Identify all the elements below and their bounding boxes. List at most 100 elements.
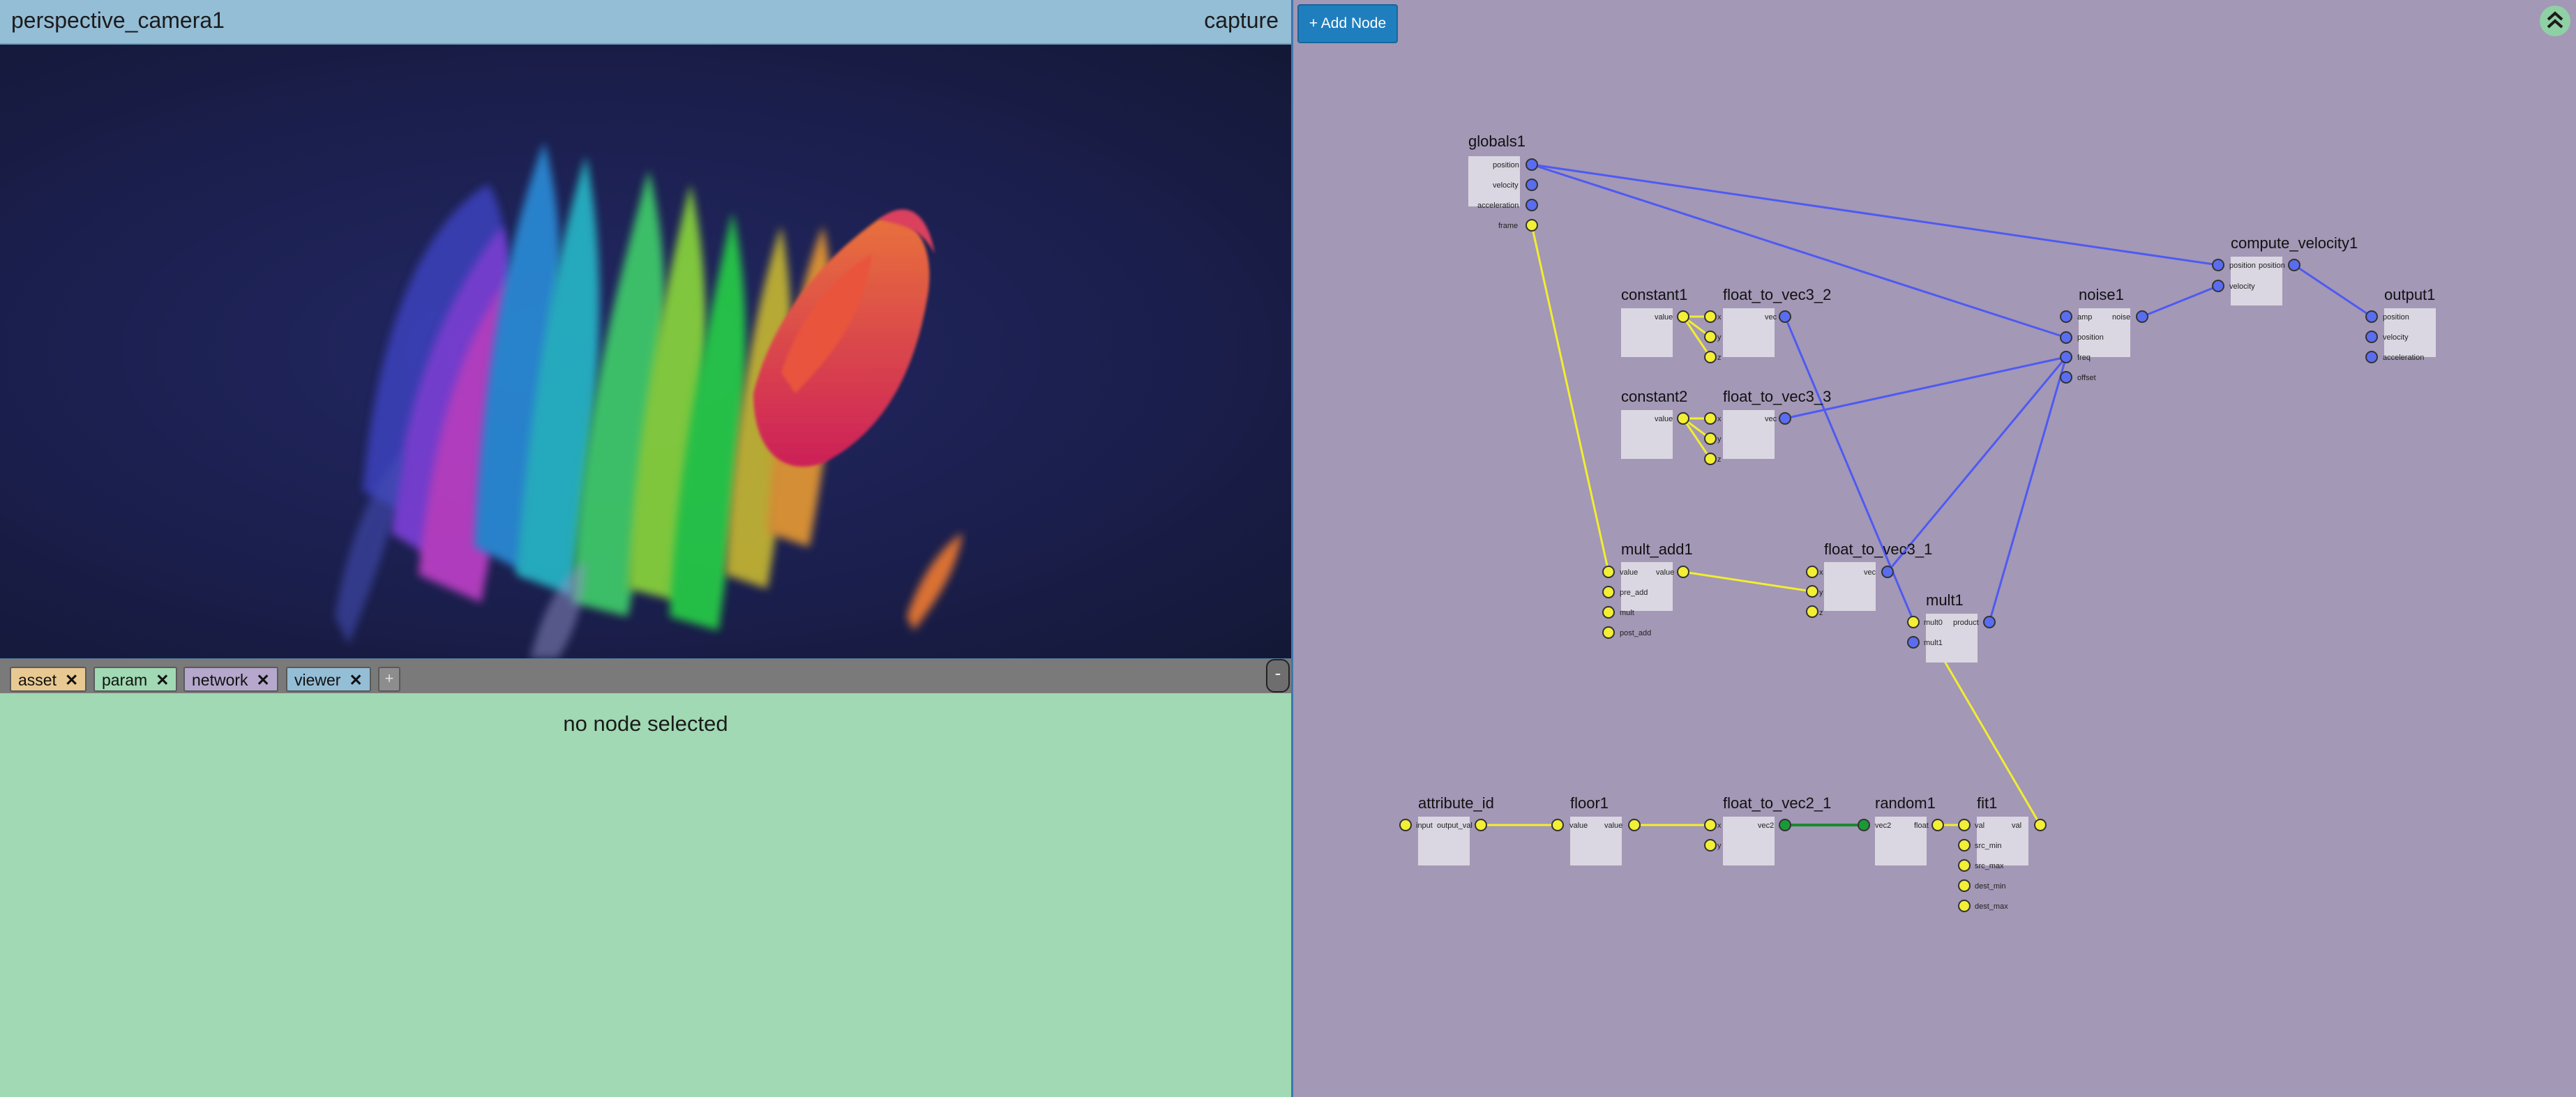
input-port[interactable] [2060, 331, 2072, 344]
port-label: frame [1498, 222, 1518, 230]
input-port[interactable] [2365, 351, 2378, 363]
node-float-to-vec3-2[interactable]: float_to_vec3_2 x y z vec [1704, 286, 1831, 363]
output-port[interactable] [1779, 412, 1791, 425]
node-title: output1 [2384, 286, 2435, 303]
input-port[interactable] [1958, 859, 1971, 872]
input-port[interactable] [2365, 310, 2378, 323]
node-title: mult1 [1926, 591, 1964, 609]
node-floor1[interactable]: floor1 value value [1551, 794, 1641, 865]
node-output1[interactable]: output1 position velocity acceleration [2365, 286, 2436, 363]
node-noise1[interactable]: noise1 amp position freq offset noise [2060, 286, 2148, 384]
output-port[interactable] [1881, 566, 1894, 578]
port-label: value [1655, 415, 1673, 423]
output-port[interactable] [1526, 179, 1538, 191]
input-port[interactable] [1602, 566, 1615, 578]
node-float-to-vec3-1[interactable]: float_to_vec3_1 x y z vec [1806, 540, 1932, 618]
port-label: z [1717, 455, 1722, 464]
input-port[interactable] [1602, 586, 1615, 598]
input-port[interactable] [1704, 310, 1717, 323]
input-port[interactable] [2212, 280, 2224, 292]
input-port[interactable] [1704, 432, 1717, 445]
port-label: x [1819, 568, 1823, 577]
node-title: fit1 [1977, 794, 1997, 812]
input-port[interactable] [1958, 879, 1971, 892]
input-port[interactable] [1806, 605, 1818, 618]
double-chevron-up-icon[interactable] [2540, 6, 2570, 36]
node-constant2[interactable]: constant2 value [1621, 388, 1689, 459]
node-title: attribute_id [1418, 794, 1494, 812]
input-port[interactable] [1806, 566, 1818, 578]
input-port[interactable] [1551, 819, 1564, 831]
input-port[interactable] [2212, 259, 2224, 271]
input-port[interactable] [1806, 585, 1818, 598]
output-port[interactable] [1628, 819, 1641, 831]
node-title: globals1 [1468, 133, 1526, 150]
output-port[interactable] [1475, 819, 1487, 831]
output-port[interactable] [1779, 310, 1791, 323]
input-port[interactable] [1958, 900, 1971, 912]
port-label: noise [2112, 313, 2130, 321]
node-mult1[interactable]: mult1 mult0 mult1 product [1907, 591, 1996, 663]
input-port[interactable] [1399, 819, 1412, 831]
port-label: y [1717, 842, 1722, 850]
port-label: y [1717, 435, 1722, 444]
port-label: x [1717, 415, 1722, 423]
output-port[interactable] [1931, 819, 1944, 831]
input-port[interactable] [1602, 606, 1615, 619]
input-port[interactable] [1958, 819, 1971, 831]
input-port[interactable] [1704, 453, 1717, 465]
node-float-to-vec3-3[interactable]: float_to_vec3_3 x y z vec [1704, 388, 1831, 465]
input-port[interactable] [1704, 839, 1717, 852]
port-label: z [1717, 354, 1722, 362]
port-label: post_add [1620, 629, 1651, 637]
input-port[interactable] [1907, 616, 1920, 628]
node-compute-velocity1[interactable]: compute_velocity1 position velocity posi… [2212, 234, 2358, 305]
output-port[interactable] [1526, 158, 1538, 171]
node-title: float_to_vec3_2 [1723, 286, 1831, 303]
input-port[interactable] [1704, 819, 1717, 831]
port-label: freq [2077, 354, 2091, 362]
input-port[interactable] [1704, 412, 1717, 425]
port-label: input [1416, 822, 1433, 830]
input-port[interactable] [1907, 636, 1920, 649]
output-port[interactable] [2288, 259, 2300, 271]
input-port[interactable] [2060, 371, 2072, 384]
output-port[interactable] [2136, 310, 2148, 323]
node-float-to-vec2-1[interactable]: float_to_vec2_1 x y vec2 [1704, 794, 1831, 865]
port-label: acceleration [1477, 202, 1519, 210]
output-port[interactable] [1526, 199, 1538, 211]
port-label: z [1819, 609, 1823, 617]
output-port[interactable] [1779, 819, 1791, 831]
input-port[interactable] [1704, 351, 1717, 363]
node-globals1[interactable]: globals1 position velocity acceleration … [1468, 133, 1538, 232]
output-port[interactable] [2034, 819, 2047, 831]
node-attribute-id[interactable]: attribute_id input output_val [1399, 794, 1494, 865]
port-label: offset [2077, 374, 2096, 382]
input-port[interactable] [1858, 819, 1870, 831]
node-title: compute_velocity1 [2231, 234, 2358, 252]
output-port[interactable] [1677, 566, 1689, 578]
input-port[interactable] [1602, 626, 1615, 639]
input-port[interactable] [2060, 351, 2072, 363]
node-constant1[interactable]: constant1 value [1621, 286, 1689, 357]
input-port[interactable] [2365, 331, 2378, 343]
port-label: position [2259, 262, 2285, 270]
port-label: output_val [1437, 822, 1472, 830]
output-port[interactable] [1677, 412, 1689, 425]
node-random1[interactable]: random1 vec2 float [1858, 794, 1944, 865]
port-label: val [2012, 822, 2021, 830]
output-port[interactable] [1526, 219, 1538, 232]
port-label: product [1953, 619, 1979, 627]
node-graph: globals1 position velocity acceleration … [1399, 133, 2436, 912]
port-label: x [1717, 313, 1722, 321]
add-node-button[interactable]: + Add Node [1297, 4, 1398, 43]
input-port[interactable] [1704, 331, 1717, 343]
output-port[interactable] [1983, 616, 1996, 628]
port-label: vec [1864, 568, 1876, 577]
node-mult-add1[interactable]: mult_add1 value pre_add mult post_add va… [1602, 540, 1693, 639]
input-port[interactable] [2060, 310, 2072, 323]
port-label: value [1569, 822, 1588, 830]
input-port[interactable] [1958, 839, 1971, 852]
output-port[interactable] [1677, 310, 1689, 323]
port-label: mult0 [1924, 619, 1943, 627]
